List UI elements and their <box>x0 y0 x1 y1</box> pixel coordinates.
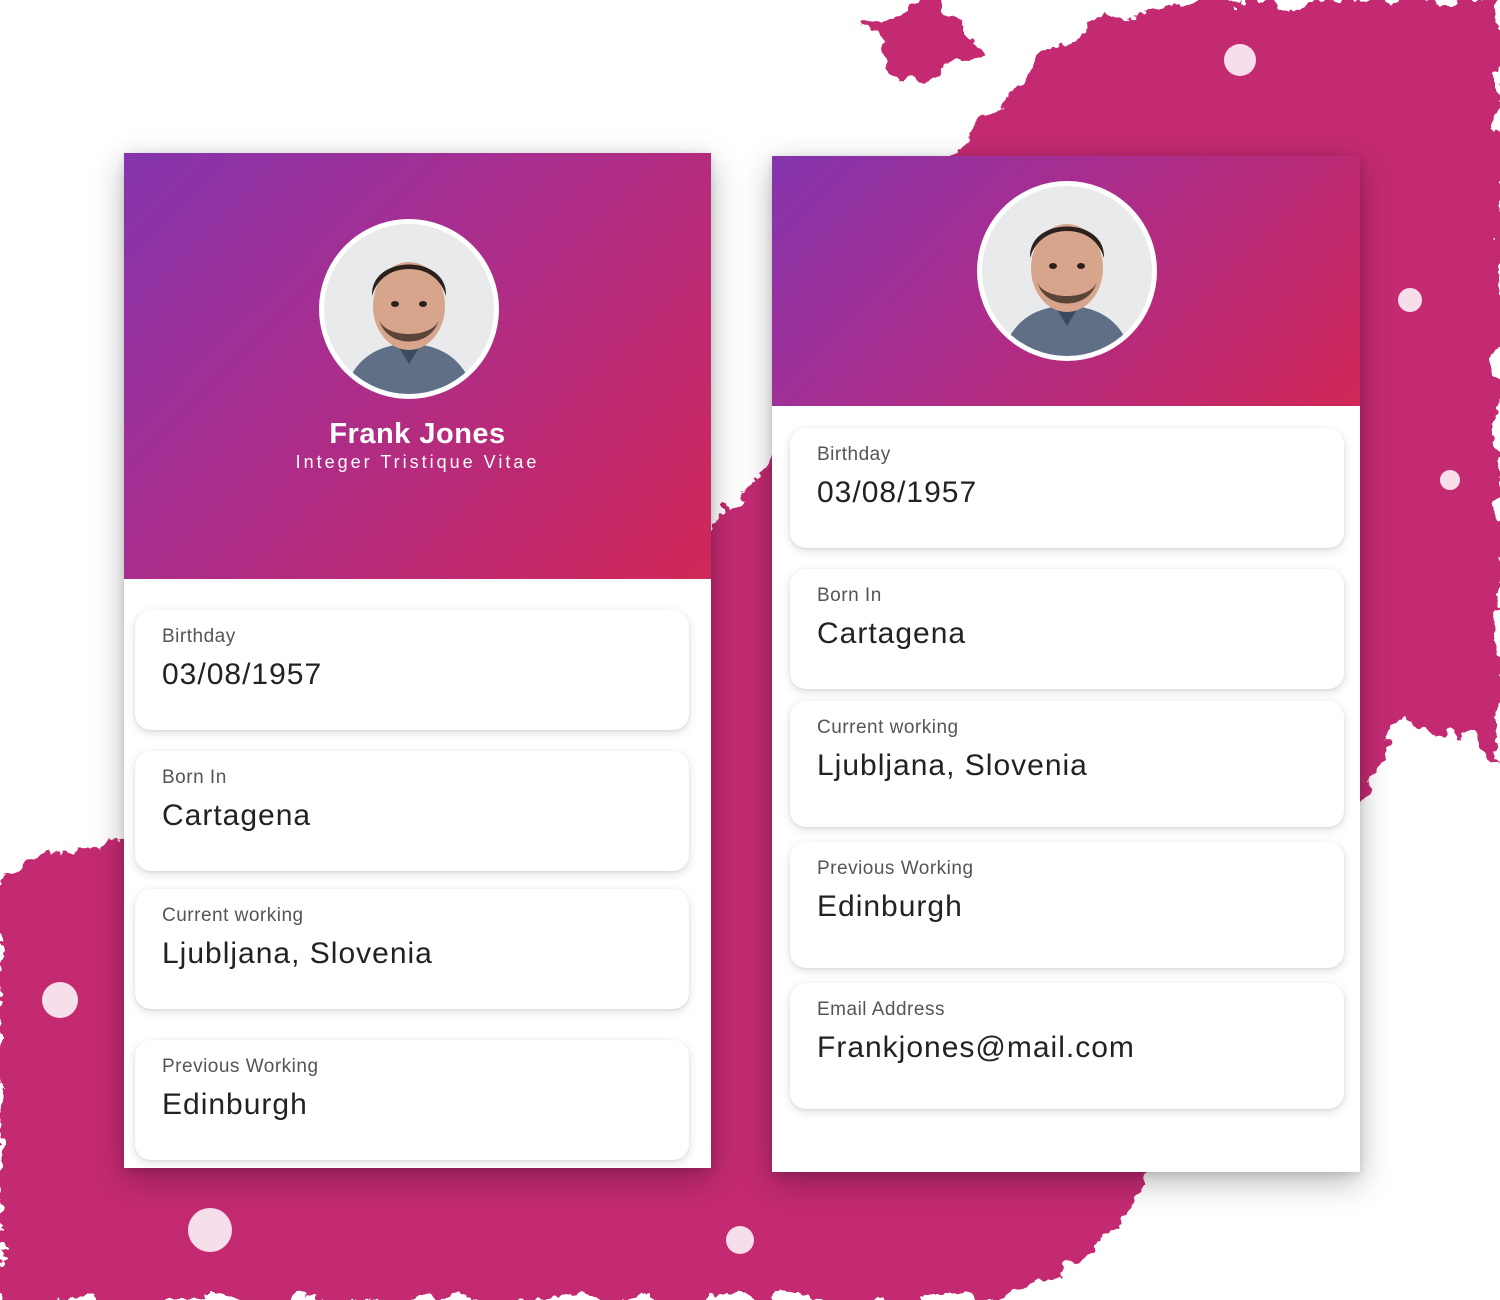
avatar[interactable] <box>977 181 1157 361</box>
info-label: Previous Working <box>162 1056 319 1077</box>
avatar[interactable] <box>319 219 499 399</box>
info-card-email-address: Email Address Frankjones@mail.com <box>790 983 1344 1109</box>
profile-card-right: Birthday 03/08/1957 Born In Cartagena Cu… <box>772 156 1360 1172</box>
info-value: 03/08/1957 <box>162 658 323 691</box>
info-value: 03/08/1957 <box>817 476 978 509</box>
info-value: Cartagena <box>162 799 312 832</box>
info-card-born-in: Born In Cartagena <box>790 569 1344 689</box>
info-label: Current working <box>817 717 959 738</box>
info-label: Birthday <box>817 444 891 465</box>
info-label: Current working <box>162 905 304 926</box>
info-label: Birthday <box>162 626 236 647</box>
info-card-previous-working: Previous Working Edinburgh <box>135 1040 689 1160</box>
profile-card-left: Frank Jones Integer Tristique Vitae Birt… <box>124 153 711 1168</box>
info-card-current-working: Current working Ljubljana, Slovenia <box>135 889 689 1009</box>
info-card-current-working: Current working Ljubljana, Slovenia <box>790 701 1344 827</box>
info-card-born-in: Born In Cartagena <box>135 751 689 871</box>
info-value: Ljubljana, Slovenia <box>817 749 1088 782</box>
profile-subtitle: Integer Tristique Vitae <box>295 452 540 472</box>
person-photo-icon <box>324 224 494 394</box>
info-value: Edinburgh <box>817 890 963 923</box>
info-label: Born In <box>162 767 227 788</box>
person-photo-icon <box>982 186 1152 356</box>
info-value: Edinburgh <box>162 1088 308 1121</box>
info-label: Previous Working <box>817 858 974 879</box>
info-label: Born In <box>817 585 882 606</box>
info-value: Ljubljana, Slovenia <box>162 937 433 970</box>
profile-name: Frank Jones <box>329 418 506 450</box>
info-card-birthday: Birthday 03/08/1957 <box>135 610 689 730</box>
info-card-previous-working: Previous Working Edinburgh <box>790 842 1344 968</box>
info-value: Cartagena <box>817 617 967 650</box>
profile-header: Frank Jones Integer Tristique Vitae <box>124 153 711 579</box>
email-link[interactable]: Frankjones@mail.com <box>817 1031 1135 1065</box>
profile-header <box>772 156 1360 406</box>
info-label: Email Address <box>817 999 945 1020</box>
info-card-birthday: Birthday 03/08/1957 <box>790 428 1344 548</box>
